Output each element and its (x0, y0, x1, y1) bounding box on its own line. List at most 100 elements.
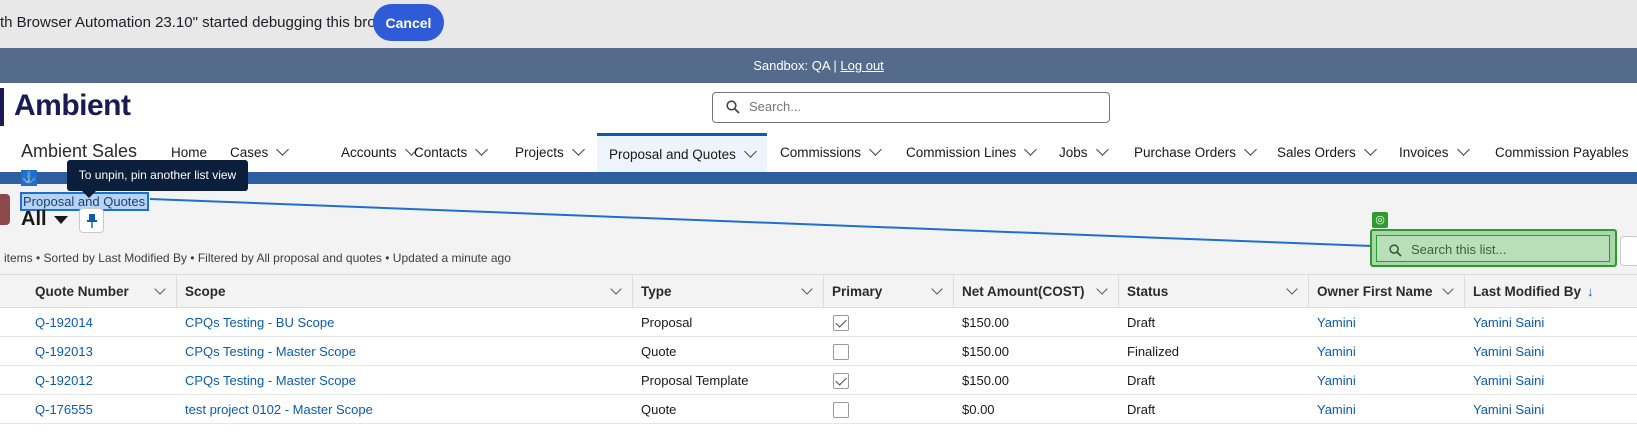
unpin-tooltip: To unpin, pin another list view (67, 160, 248, 198)
column-header-type[interactable]: Type (633, 275, 824, 308)
global-search-input[interactable] (749, 99, 1089, 114)
column-header-scope[interactable]: Scope (177, 275, 633, 308)
type-cell: Quote (641, 402, 677, 417)
cancel-debug-button[interactable]: Cancel (373, 4, 444, 41)
table-row: Q-192014 CPQs Testing - BU Scope Proposa… (0, 308, 1637, 337)
sort-descending-icon[interactable]: ↓ (1587, 284, 1594, 299)
table-header: Quote Number Scope Type Primary Net Amou… (0, 274, 1637, 308)
modified-by-link[interactable]: Yamini Saini (1465, 308, 1544, 337)
pin-list-view-button[interactable] (79, 208, 104, 233)
column-header-last-modified-by[interactable]: Last Modified By ↓ (1465, 275, 1637, 308)
pin-icon (86, 214, 97, 228)
sandbox-banner: Sandbox: QA | Log out (0, 48, 1637, 83)
primary-checkbox (833, 402, 849, 418)
owner-link[interactable]: Yamini (1309, 308, 1356, 337)
nav-item-commission-lines[interactable]: Commission Lines (906, 133, 1038, 172)
debugger-notification-bar: th Browser Automation 23.10" started deb… (0, 0, 1637, 48)
scope-link[interactable]: test project 0102 - Master Scope (177, 395, 373, 424)
scope-link[interactable]: CPQs Testing - Master Scope (177, 337, 356, 366)
scope-link[interactable]: CPQs Testing - BU Scope (177, 308, 334, 337)
chevron-down-icon[interactable] (1442, 283, 1454, 295)
chevron-down-icon[interactable] (1096, 283, 1108, 295)
search-icon (726, 100, 740, 119)
primary-checkbox (833, 344, 849, 360)
chevron-down-icon[interactable] (931, 283, 943, 295)
column-header-primary[interactable]: Primary (824, 275, 954, 308)
chevron-down-icon[interactable] (743, 144, 757, 158)
ambient-logo[interactable]: Ambient (14, 89, 131, 123)
column-header-net-amount[interactable]: Net Amount(COST) (954, 275, 1119, 308)
chevron-down-icon[interactable] (1095, 143, 1109, 156)
app-name: Ambient Sales (21, 141, 138, 161)
logout-link[interactable]: Log out (840, 58, 883, 73)
modified-by-link[interactable]: Yamini Saini (1465, 337, 1544, 366)
chevron-down-icon[interactable] (1024, 143, 1038, 156)
column-header-status[interactable]: Status (1119, 275, 1309, 308)
chevron-down-icon[interactable] (869, 143, 882, 156)
chevron-down-icon[interactable] (1363, 143, 1377, 156)
logo-mark (0, 88, 4, 126)
list-view-meta: items • Sorted by Last Modified By • Fil… (4, 251, 511, 265)
type-cell: Quote (641, 344, 677, 359)
quote-number-link[interactable]: Q-192014 (27, 308, 93, 337)
global-header: Ambient (0, 83, 1637, 133)
list-view-name[interactable]: All (21, 208, 47, 231)
type-cell: Proposal Template (641, 373, 749, 388)
table-row: Q-192013 CPQs Testing - Master Scope Quo… (0, 337, 1637, 366)
owner-link[interactable]: Yamini (1309, 366, 1356, 395)
primary-checkbox (833, 315, 849, 331)
nav-item-accounts[interactable]: Accounts (341, 133, 418, 172)
nav-item-jobs[interactable]: Jobs (1059, 133, 1109, 172)
debugger-message: th Browser Automation 23.10" started deb… (0, 14, 408, 31)
primary-checkbox (833, 373, 849, 389)
nav-item-proposal-and-quotes[interactable]: Proposal and Quotes (597, 133, 767, 172)
status-cell: Draft (1127, 402, 1156, 417)
chevron-down-icon[interactable] (475, 143, 489, 156)
object-icon (0, 194, 10, 225)
amount-cell: $150.00 (962, 315, 1009, 330)
nav-item-commission-payables[interactable]: Commission Payables (1495, 133, 1637, 172)
nav-item-sales-orders[interactable]: Sales Orders (1277, 133, 1377, 172)
column-header-owner-first-name[interactable]: Owner First Name (1309, 275, 1465, 308)
quote-number-link[interactable]: Q-192012 (27, 366, 93, 395)
chevron-down-icon[interactable] (154, 283, 166, 295)
nav-item-commissions[interactable]: Commissions (780, 133, 882, 172)
quote-number-link[interactable]: Q-192013 (27, 337, 93, 366)
nav-item-contacts[interactable]: Contacts (414, 133, 489, 172)
table-row: Q-192012 CPQs Testing - Master Scope Pro… (0, 366, 1637, 395)
chevron-down-icon[interactable] (1286, 283, 1298, 295)
quote-number-link[interactable]: Q-176555 (27, 395, 93, 424)
type-cell: Proposal (641, 315, 693, 330)
table-row: Q-176555 test project 0102 - Master Scop… (0, 395, 1637, 424)
status-cell: Draft (1127, 373, 1156, 388)
chevron-down-icon[interactable] (276, 143, 290, 156)
owner-link[interactable]: Yamini (1309, 395, 1356, 424)
scope-link[interactable]: CPQs Testing - Master Scope (177, 366, 356, 395)
amount-cell: $0.00 (962, 402, 995, 417)
chevron-down-icon[interactable] (610, 283, 622, 295)
nav-item-invoices[interactable]: Invoices (1399, 133, 1470, 172)
chevron-down-icon[interactable] (571, 143, 585, 156)
amount-cell: $150.00 (962, 373, 1009, 388)
search-this-list-field[interactable]: Search this list... (1376, 235, 1610, 262)
anchor-icon: ⚓ (21, 170, 37, 186)
modified-by-link[interactable]: Yamini Saini (1465, 366, 1544, 395)
chevron-down-icon[interactable] (1456, 143, 1470, 156)
modified-by-link[interactable]: Yamini Saini (1465, 395, 1544, 424)
target-icon: ◎ (1372, 212, 1388, 228)
nav-item-projects[interactable]: Projects (515, 133, 585, 172)
list-view-picker-caret-icon[interactable] (54, 216, 68, 224)
column-header-quote-number[interactable]: Quote Number (27, 275, 177, 308)
search-icon (1389, 244, 1402, 262)
search-this-list-placeholder: Search this list... (1411, 242, 1507, 257)
nav-item-purchase-orders[interactable]: Purchase Orders (1134, 133, 1257, 172)
chevron-down-icon[interactable] (801, 283, 813, 295)
status-cell: Finalized (1127, 344, 1180, 359)
chevron-down-icon[interactable] (1244, 143, 1257, 156)
amount-cell: $150.00 (962, 344, 1009, 359)
global-search[interactable] (712, 92, 1110, 123)
owner-link[interactable]: Yamini (1309, 337, 1356, 366)
list-settings-gear-icon[interactable] (1620, 236, 1637, 266)
sandbox-label: Sandbox: QA | (753, 58, 837, 73)
search-this-list[interactable]: Search this list... (1370, 229, 1617, 267)
